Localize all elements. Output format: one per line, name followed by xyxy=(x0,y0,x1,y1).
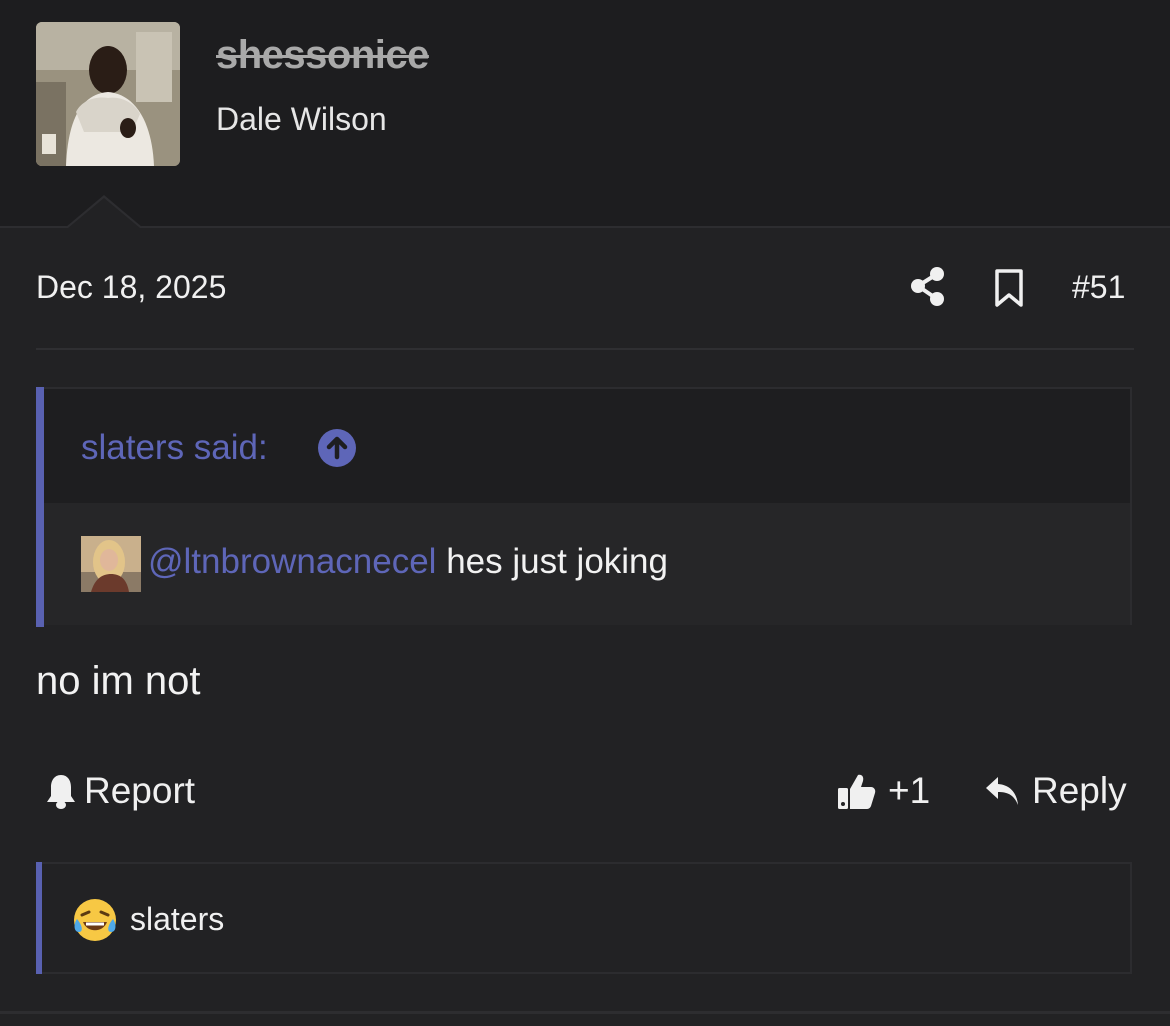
quote-text: @ltnbrownacnecel hes just joking xyxy=(148,542,668,582)
mention-avatar-photo xyxy=(81,536,141,592)
arrow-up-circle-icon xyxy=(326,436,348,460)
quote-author-link[interactable]: slaters said: xyxy=(81,428,268,468)
quote-header: slaters said: xyxy=(44,389,1130,503)
header-pointer xyxy=(68,198,140,228)
post-number-link[interactable]: #51 xyxy=(1072,269,1125,306)
jump-to-quote-button[interactable] xyxy=(318,429,356,467)
quote-body: @ltnbrownacnecel hes just joking xyxy=(44,503,1130,625)
username[interactable]: shessonice xyxy=(216,33,429,78)
user-avatar-photo xyxy=(36,22,180,166)
reply-icon xyxy=(986,777,1018,805)
share-icon xyxy=(911,267,944,306)
user-title: Dale Wilson xyxy=(216,101,387,137)
quote-accent-bar xyxy=(36,387,44,627)
post-bottom-divider xyxy=(0,1011,1170,1014)
meta-divider xyxy=(36,348,1134,350)
avatar[interactable] xyxy=(36,22,180,166)
like-button[interactable]: +1 xyxy=(836,769,930,813)
thumbs-up-icon xyxy=(838,774,876,809)
mention-link[interactable]: @ltnbrownacnecel xyxy=(148,542,436,581)
bookmark-icon xyxy=(995,269,1023,307)
post-container: Dec 18, 2025 #51 slaters said: @ltnbrown… xyxy=(0,228,1170,1026)
laughing-crying-emoji-icon xyxy=(72,897,118,943)
post-author-header: shessonice Dale Wilson xyxy=(0,0,1170,227)
mention-avatar[interactable] xyxy=(81,536,141,592)
reactions-bar[interactable]: slaters xyxy=(36,862,1132,974)
report-label: Report xyxy=(84,770,196,811)
reaction-user-link[interactable]: slaters xyxy=(130,901,224,938)
share-button[interactable] xyxy=(908,265,948,309)
post-body-text: no im not xyxy=(36,659,201,703)
reply-label: Reply xyxy=(1032,770,1127,811)
reply-button[interactable]: Reply xyxy=(984,769,1127,813)
quote-message: hes just joking xyxy=(436,542,668,581)
reactions-accent-bar xyxy=(36,862,42,974)
bell-icon xyxy=(47,775,75,809)
like-count: +1 xyxy=(888,770,931,811)
quote-block: slaters said: @ltnbrownacnecel hes just … xyxy=(36,387,1132,627)
report-button[interactable]: Report xyxy=(44,769,195,813)
post-date[interactable]: Dec 18, 2025 xyxy=(36,269,226,306)
bookmark-button[interactable] xyxy=(992,268,1026,308)
